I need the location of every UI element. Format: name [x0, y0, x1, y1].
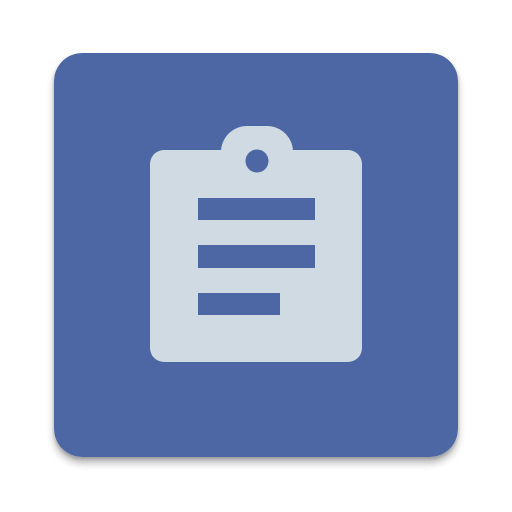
text-line	[198, 245, 315, 268]
icon-canvas	[0, 0, 512, 512]
text-line	[198, 198, 315, 220]
app-icon[interactable]	[54, 53, 458, 457]
clipboard-text-icon	[54, 53, 458, 457]
clipboard-hole	[245, 149, 269, 173]
clipboard-shape	[150, 126, 362, 362]
text-line	[198, 293, 280, 315]
